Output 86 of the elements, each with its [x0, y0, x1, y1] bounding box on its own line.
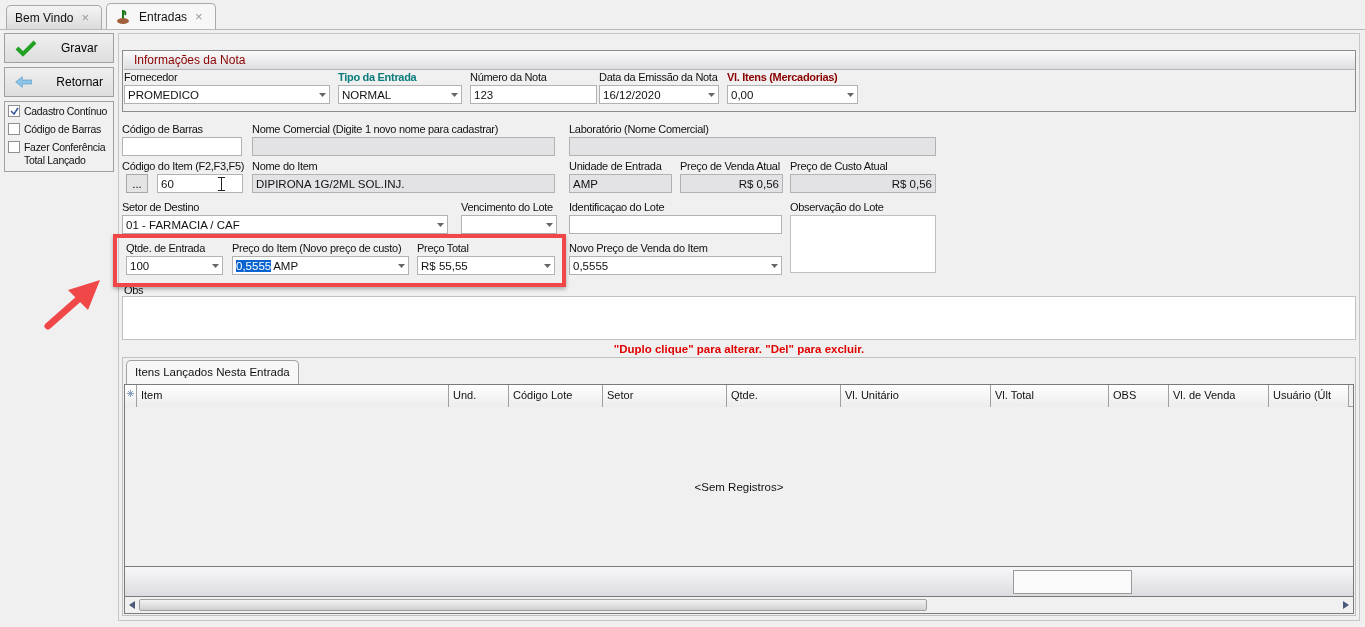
dropdown-field[interactable]: R$ 55,55 [417, 256, 555, 275]
column-header[interactable]: Usuário (Últ [1269, 385, 1349, 407]
input-field[interactable]: AMP [569, 174, 672, 193]
field-label: Preço Total [417, 241, 469, 256]
input-field[interactable] [252, 137, 555, 156]
dropdown-caret-icon[interactable] [212, 263, 219, 268]
dropdown-caret-icon[interactable] [319, 92, 326, 97]
dropdown-field[interactable]: 0,5555 AMP [232, 256, 409, 275]
plant-pot-icon [115, 8, 132, 25]
dropdown-field[interactable]: NORMAL [338, 85, 462, 104]
field-label: Número da Nota [470, 70, 547, 85]
field-label: Código de Barras [122, 122, 203, 137]
field-label: Preço do Item (Novo preço de custo) [232, 241, 402, 256]
dropdown-caret-icon[interactable] [771, 263, 778, 268]
field-label: Preço de Custo Atual [790, 159, 888, 174]
back-button[interactable]: Retornar [4, 67, 114, 97]
field-label: Preço de Venda Atual [680, 159, 780, 174]
column-header[interactable]: Setor [603, 385, 727, 407]
dropdown-field[interactable]: 16/12/2020 [599, 85, 719, 104]
field-label: Tipo da Entrada [338, 70, 417, 85]
memo-field[interactable] [790, 215, 936, 273]
checkbox[interactable] [8, 123, 20, 135]
column-header[interactable]: Qtde. [727, 385, 841, 407]
empty-message: <Sem Registros> [694, 480, 784, 493]
checkbox[interactable] [8, 141, 20, 153]
checkbox-option[interactable]: Código de Barras [8, 123, 110, 136]
field-label: Código do Item (F2,F3,F5) [122, 159, 245, 174]
dropdown-caret-icon[interactable] [708, 92, 715, 97]
tab[interactable]: Bem Vindo × [6, 5, 103, 29]
checkbox[interactable] [8, 105, 20, 117]
checkbox-option[interactable]: Cadastro Contínuo [8, 105, 110, 118]
field-label: Novo Preço de Venda do Item [569, 241, 708, 256]
dropdown-caret-icon[interactable] [847, 92, 854, 97]
field-label: Observação do Lote [790, 200, 884, 215]
checkbox-option[interactable]: Fazer Conferência Total Lançado [8, 141, 110, 167]
field-label: Vl. Itens (Mercadorias) [727, 70, 838, 85]
field-label: Vencimento do Lote [461, 200, 553, 215]
field-label: Nome Comercial (Digite 1 novo nome para cadastrar) [252, 122, 499, 137]
checkmark-icon [15, 39, 37, 57]
column-header[interactable]: Item [137, 385, 449, 407]
field-label: Fornecedor [124, 70, 178, 85]
input-field[interactable]: DIPIRONA 1G/2ML SOL.INJ. [252, 174, 555, 193]
input-field[interactable]: 60 [157, 174, 243, 193]
hint-text: "Duplo clique" para alterar. "Del" para excluir. [613, 343, 865, 355]
save-button[interactable]: Gravar [4, 33, 114, 63]
dropdown-caret-icon[interactable] [437, 222, 444, 227]
selected-text: 0,5555 [236, 259, 272, 272]
left-arrow-icon [15, 73, 33, 91]
dropdown-caret-icon[interactable] [544, 263, 551, 268]
browse-button[interactable]: ... [126, 174, 148, 193]
input-field[interactable] [569, 137, 936, 156]
field-label: Data da Emissão da Nota [599, 70, 718, 85]
field-label: Qtde. de Entrada [126, 241, 205, 256]
tab[interactable]: Entradas × [106, 3, 216, 29]
grid-tab[interactable]: Itens Lançados Nesta Entrada [126, 360, 299, 384]
field-label: Unidade de Entrada [569, 159, 662, 174]
field-label: Nome do Item [252, 159, 318, 174]
input-field[interactable] [122, 137, 242, 156]
input-field[interactable]: R$ 0,56 [790, 174, 936, 193]
field-label: Laboratório (Nome Comercial) [569, 122, 709, 137]
column-header[interactable]: Código Lote [509, 385, 603, 407]
obs-field[interactable] [122, 296, 1356, 340]
dropdown-field[interactable]: PROMEDICO [124, 85, 330, 104]
dropdown-field[interactable]: 0,5555 [569, 256, 782, 275]
dropdown-caret-icon[interactable] [546, 222, 553, 227]
input-field[interactable]: 123 [470, 85, 597, 104]
column-header[interactable]: Vl. Total [991, 385, 1109, 407]
column-header[interactable]: Und. [449, 385, 509, 407]
scroll-right-icon[interactable] [1343, 601, 1349, 609]
input-field[interactable] [569, 215, 782, 234]
dropdown-field[interactable]: 01 - FARMACIA / CAF [122, 215, 448, 234]
dropdown-field[interactable]: 0,00 [727, 85, 858, 104]
field-label: Identificaçao do Lote [569, 200, 665, 215]
dropdown-field[interactable]: 100 [126, 256, 223, 275]
dropdown-caret-icon[interactable] [451, 92, 458, 97]
column-header[interactable]: Vl. Unitário [841, 385, 991, 407]
asterisk-icon [127, 390, 134, 397]
scroll-left-icon[interactable] [129, 601, 135, 609]
column-header[interactable]: Vl. de Venda [1169, 385, 1269, 407]
dropdown-caret-icon[interactable] [398, 263, 405, 268]
column-header[interactable]: OBS [1109, 385, 1169, 407]
scroll-thumb[interactable] [139, 599, 927, 611]
panel-title: Informações da Nota [124, 51, 1355, 70]
dropdown-field[interactable] [461, 215, 557, 234]
input-field[interactable]: R$ 0,56 [680, 174, 783, 193]
field-label: Setor de Destino [122, 200, 200, 215]
